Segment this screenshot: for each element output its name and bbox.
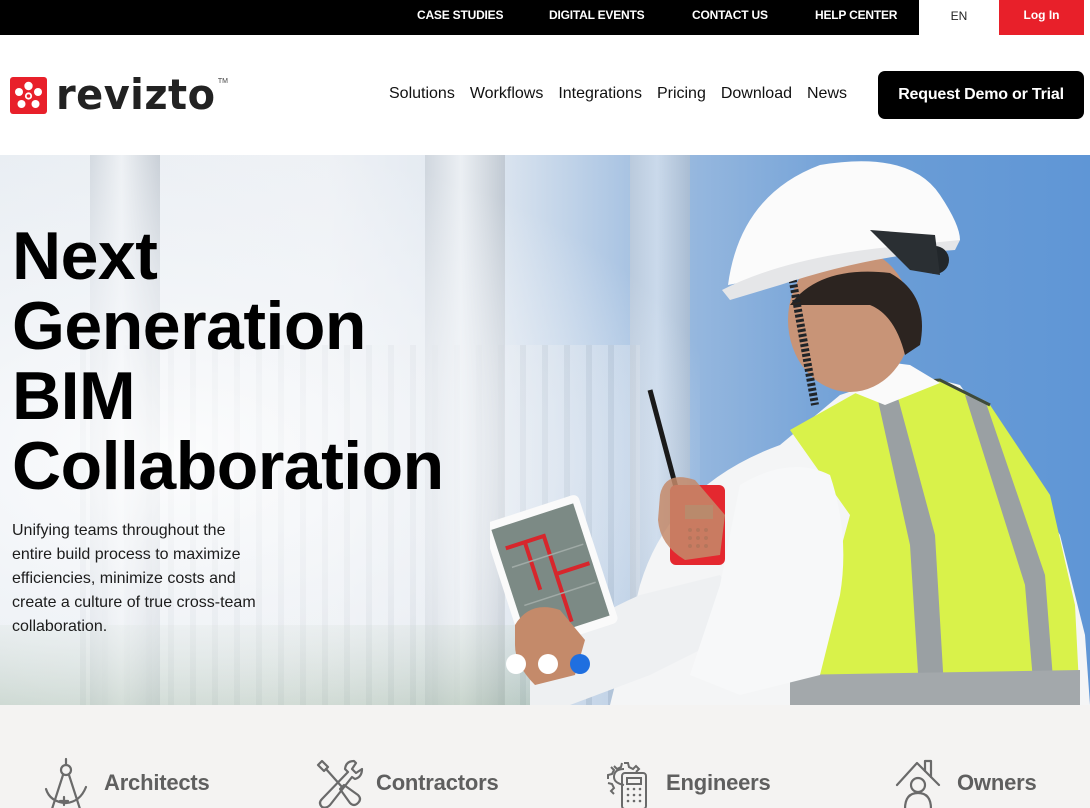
worker-illustration <box>490 161 1090 705</box>
request-demo-button[interactable]: Request Demo or Trial <box>878 71 1084 119</box>
hero-title-line: BIM <box>12 358 136 434</box>
contact-us-link[interactable]: CONTACT US <box>692 0 768 35</box>
carousel-dot-1[interactable] <box>506 654 526 674</box>
topbar-edge <box>1084 0 1090 35</box>
main-nav: Solutions Workflows Integrations Pricing… <box>389 84 862 104</box>
hero-title-line: Collaboration <box>12 428 444 504</box>
hero-title-line: Generation <box>12 288 366 364</box>
nav-workflows[interactable]: Workflows <box>470 84 544 104</box>
case-studies-link[interactable]: CASE STUDIES <box>417 0 503 35</box>
digital-events-link[interactable]: DIGITAL EVENTS <box>549 0 645 35</box>
roles-strip: Architects Contractors Engineers Owners <box>0 705 1090 808</box>
tools-icon <box>316 759 364 808</box>
nav-solutions[interactable]: Solutions <box>389 84 455 104</box>
nav-news[interactable]: News <box>807 84 847 104</box>
compass-icon <box>44 757 88 808</box>
role-label: Architects <box>104 770 210 795</box>
role-architects[interactable]: Architects <box>40 757 210 808</box>
main-header: revizto TM Solutions Workflows Integrati… <box>0 35 1090 155</box>
logo-wordmark: revizto <box>56 70 216 119</box>
login-button[interactable]: Log In <box>999 0 1084 35</box>
nav-integrations[interactable]: Integrations <box>558 84 642 104</box>
calculator-gear-icon <box>607 762 647 808</box>
utility-bar: CASE STUDIES DIGITAL EVENTS CONTACT US H… <box>0 0 1090 35</box>
help-center-link[interactable]: HELP CENTER <box>815 0 897 35</box>
role-label: Contractors <box>376 770 499 795</box>
carousel-dot-2[interactable] <box>538 654 558 674</box>
role-owners[interactable]: Owners <box>893 757 1037 808</box>
role-contractors[interactable]: Contractors <box>312 757 499 808</box>
nav-download[interactable]: Download <box>721 84 792 104</box>
hero-subtitle: Unifying teams throughout the entire bui… <box>12 522 256 635</box>
language-selector[interactable]: EN <box>919 0 999 35</box>
carousel-dot-3-active[interactable] <box>570 654 590 674</box>
hero-banner: Next Generation BIM Collaboration Unifyi… <box>0 155 1090 705</box>
house-person-icon <box>895 759 941 808</box>
role-label: Owners <box>957 770 1037 795</box>
carousel-indicators <box>506 654 590 674</box>
trademark-mark: TM <box>217 77 228 85</box>
role-label: Engineers <box>666 770 771 795</box>
revizto-logo-mark-icon <box>10 76 47 114</box>
revizto-logo[interactable]: revizto TM <box>10 70 228 119</box>
role-engineers[interactable]: Engineers <box>602 757 771 808</box>
hero-title: Next Generation BIM Collaboration <box>12 221 444 501</box>
nav-pricing[interactable]: Pricing <box>657 84 706 104</box>
hero-title-line: Next <box>12 218 158 294</box>
